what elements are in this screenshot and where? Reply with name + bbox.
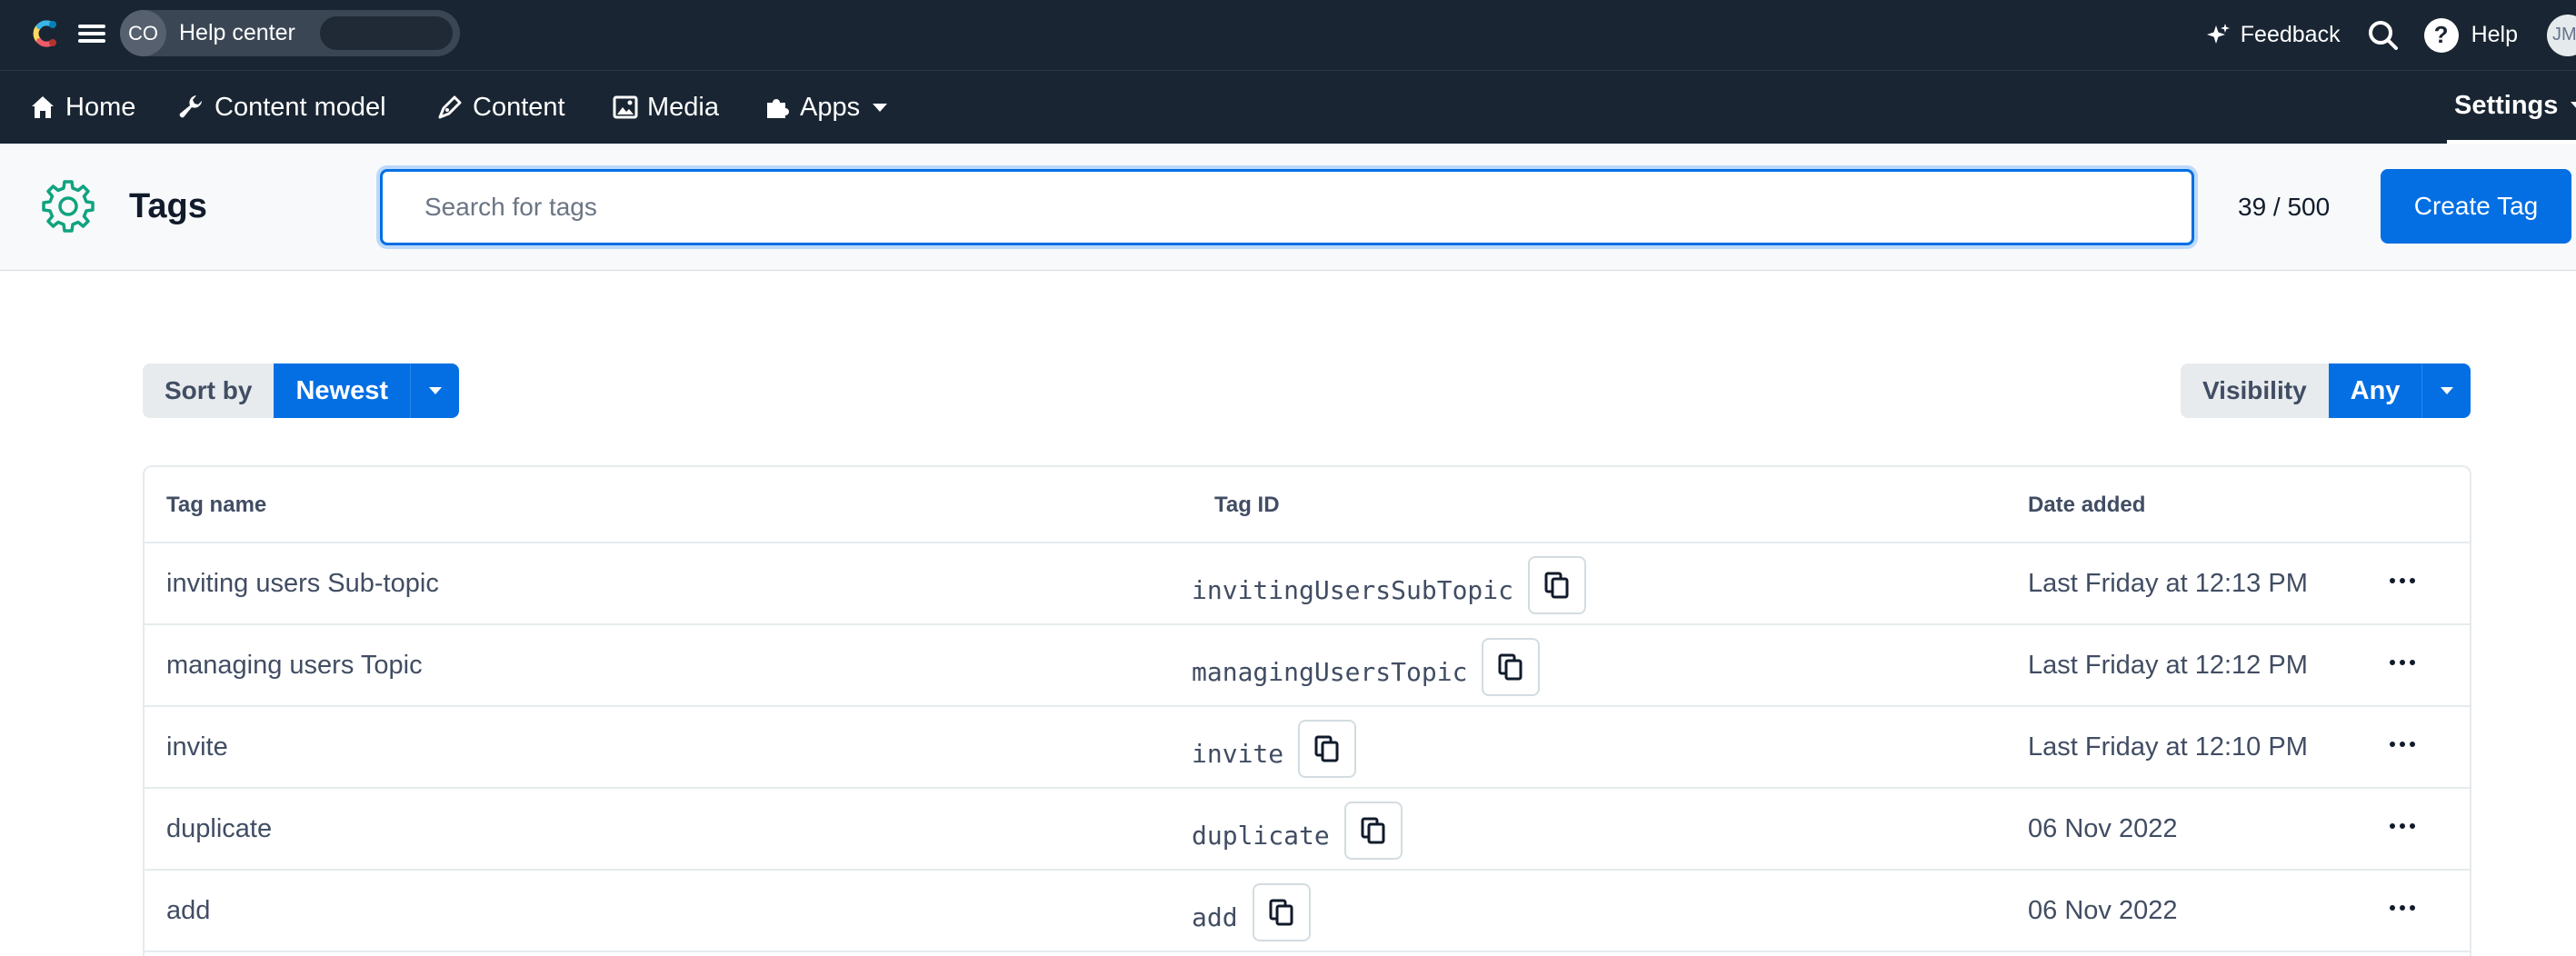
sparkle-icon [2206, 23, 2230, 44]
tags-table: Tag name Tag ID Date added inviting user… [143, 465, 2471, 956]
chevron-down-icon [873, 103, 888, 112]
sort-control: Sort by Newest [143, 363, 460, 418]
sort-select[interactable]: Newest [274, 363, 411, 418]
help-button[interactable]: ? Help [2423, 17, 2518, 53]
copy-icon [1269, 899, 1293, 926]
tag-name: add [166, 896, 211, 925]
copy-button[interactable] [1298, 720, 1357, 778]
copy-icon [1498, 653, 1523, 681]
tag-id-cell: managingUsersTopic [1192, 638, 1541, 696]
date-added: Last Friday at 12:10 PM [2028, 732, 2308, 762]
tag-name: inviting users Sub-topic [166, 569, 439, 598]
table-row: add add 06 Nov 2022 [145, 871, 2470, 952]
date-added: 06 Nov 2022 [2028, 814, 2178, 843]
user-avatar[interactable]: JM [2547, 14, 2576, 56]
tag-name: invite [166, 732, 228, 762]
tag-id: managingUsersTopic [1192, 656, 1468, 687]
tag-id: add [1192, 901, 1238, 932]
copy-button[interactable] [1252, 883, 1311, 941]
table-row: managing users Topic managingUsersTopic … [145, 625, 2470, 707]
space-avatar: CO [120, 10, 166, 56]
table-header: Tag name Tag ID Date added [145, 467, 2470, 543]
visibility-dropdown-button[interactable] [2421, 363, 2471, 418]
copy-button[interactable] [1343, 802, 1403, 860]
page-title: Tags [129, 187, 207, 225]
table-row: inviting users Sub-topic invitingUsersSu… [145, 543, 2470, 625]
copy-button[interactable] [1528, 556, 1587, 614]
image-icon [613, 95, 638, 119]
table-row: duplicate duplicate 06 Nov 2022 [145, 789, 2470, 871]
search-icon[interactable] [2368, 20, 2399, 51]
table-row: invite invite Last Friday at 12:10 PM [145, 707, 2470, 789]
chevron-down-icon [2571, 101, 2576, 110]
more-options-icon[interactable] [2390, 905, 2415, 911]
tag-id: invitingUsersSubTopic [1192, 574, 1514, 605]
nav-item-home[interactable]: Home [29, 71, 135, 144]
nav-item-label: Content model [215, 92, 386, 122]
nav-item-label: Home [65, 92, 136, 122]
home-icon [32, 96, 54, 118]
chevron-down-icon [428, 387, 442, 394]
sort-label: Sort by [143, 363, 275, 418]
copy-button[interactable] [1482, 638, 1541, 696]
copy-icon [1544, 572, 1569, 599]
space-name: Help center [179, 20, 295, 45]
nav-item-label: Apps [800, 92, 861, 122]
tag-id-cell: duplicate [1192, 802, 1403, 860]
page-header: Tags 39 / 500 Create Tag [0, 144, 2576, 271]
tag-name: managing users Topic [166, 651, 423, 680]
tag-id-cell: add [1192, 883, 1311, 941]
tag-id: invite [1192, 738, 1284, 769]
column-header-date-added: Date added [2028, 493, 2146, 517]
tag-count: 39 / 500 [2238, 193, 2331, 221]
create-tag-button[interactable]: Create Tag [2381, 169, 2571, 244]
copy-icon [1314, 735, 1339, 762]
tag-name: duplicate [166, 814, 273, 843]
more-options-icon[interactable] [2390, 660, 2415, 665]
visibility-control: Visibility Any [2181, 363, 2471, 418]
more-options-icon[interactable] [2390, 578, 2415, 583]
tag-id: duplicate [1192, 820, 1330, 851]
top-bar: CO Help center Feedback ? Help JM [0, 0, 2576, 70]
puzzle-icon [767, 99, 789, 118]
tag-id-cell: invitingUsersSubTopic [1192, 556, 1587, 614]
nav-item-label: Content [473, 92, 565, 122]
nav-item-apps[interactable]: Apps [764, 71, 888, 144]
chevron-down-icon [2440, 387, 2453, 394]
feedback-button[interactable]: Feedback [2204, 22, 2341, 49]
environment-pill [320, 16, 453, 50]
pen-icon [438, 95, 462, 119]
visibility-label: Visibility [2181, 363, 2329, 418]
wrench-icon [179, 95, 202, 118]
help-label: Help [2471, 22, 2518, 47]
date-added: Last Friday at 12:12 PM [2028, 651, 2308, 680]
settings-label: Settings [2454, 90, 2559, 120]
date-added: 06 Nov 2022 [2028, 896, 2178, 925]
gear-icon [42, 180, 95, 233]
date-added: Last Friday at 12:13 PM [2028, 569, 2308, 598]
nav-item-content-model[interactable]: Content model [178, 71, 386, 144]
tag-id-cell: invite [1192, 720, 1357, 778]
visibility-select[interactable]: Any [2328, 363, 2422, 418]
feedback-label: Feedback [2240, 22, 2341, 47]
main-nav: Home Content model Content Media Apps Se… [0, 70, 2576, 144]
search-input[interactable] [380, 169, 2194, 245]
contentful-logo-icon[interactable] [27, 16, 62, 51]
more-options-icon[interactable] [2390, 823, 2415, 829]
nav-item-media[interactable]: Media [613, 71, 719, 144]
copy-icon [1361, 817, 1385, 844]
space-switcher[interactable]: CO Help center [120, 10, 460, 56]
nav-item-settings[interactable]: Settings [2447, 71, 2576, 144]
help-icon: ? [2423, 17, 2459, 53]
nav-item-label: Media [647, 92, 719, 122]
nav-item-content[interactable]: Content [436, 71, 565, 144]
column-header-tag-name: Tag name [166, 493, 267, 517]
menu-icon[interactable] [78, 22, 105, 45]
more-options-icon[interactable] [2390, 742, 2415, 747]
sort-dropdown-button[interactable] [410, 363, 460, 418]
column-header-tag-id: Tag ID [1214, 493, 1280, 517]
